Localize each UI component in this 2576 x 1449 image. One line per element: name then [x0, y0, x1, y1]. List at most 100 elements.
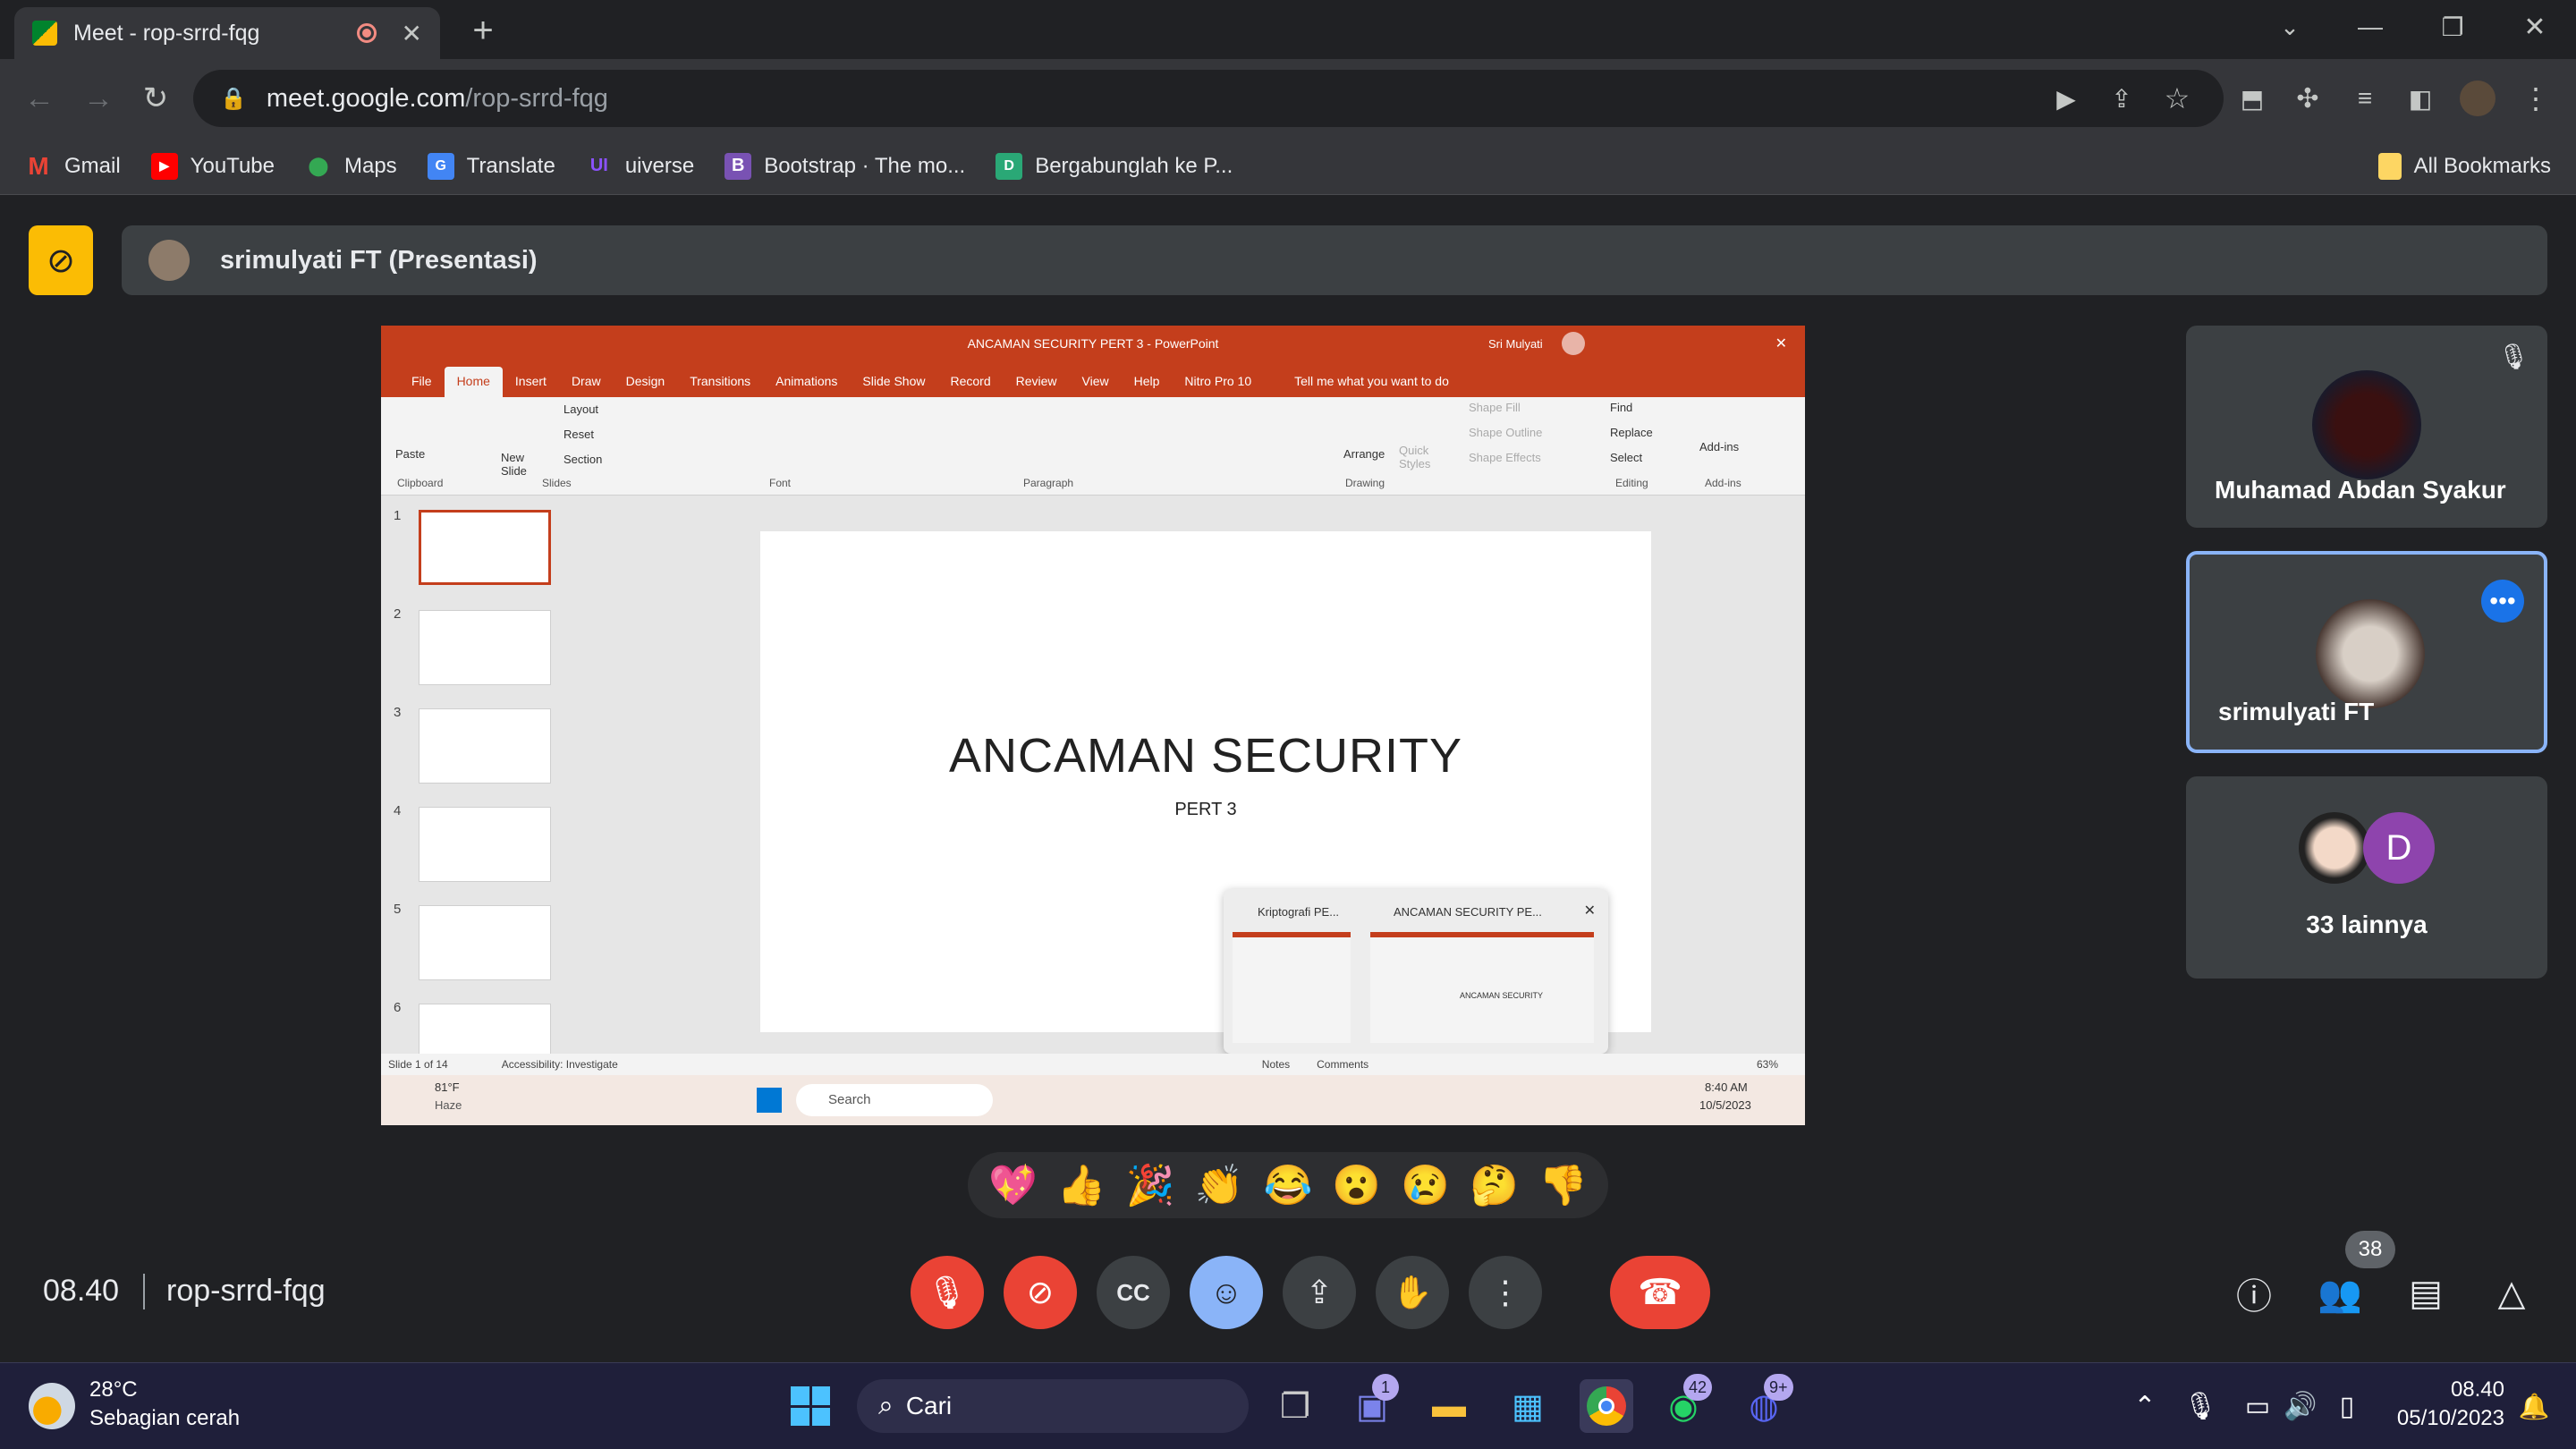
participant-tile-active[interactable]: ••• srimulyati FT — [2186, 551, 2547, 753]
tray-microphone-icon[interactable]: 🎙 — [2174, 1379, 2227, 1433]
taskbar-preview-popup: Kriptografi PE... ANCAMAN SECURITY PE...… — [1224, 889, 1608, 1054]
site-info-lock-icon[interactable]: 🔒 — [220, 86, 247, 112]
tray-volume-icon[interactable]: 🔊 — [2274, 1379, 2327, 1433]
mic-off-button[interactable]: 🎙 — [911, 1256, 984, 1329]
reaction-thumbs-up[interactable]: 👍 — [1057, 1162, 1106, 1208]
status-slide-count: Slide 1 of 14 — [388, 1058, 448, 1071]
slide-number: 3 — [394, 705, 402, 720]
ppt-tab-transitions: Transitions — [690, 374, 751, 388]
slide-title: ANCAMAN SECURITY — [948, 729, 1463, 783]
reload-icon[interactable]: ↻ — [138, 80, 174, 116]
meeting-info-button[interactable]: ⓘ — [2225, 1265, 2283, 1322]
extension-icon[interactable]: ⬒ — [2234, 80, 2270, 116]
reactions-button[interactable]: ☺ — [1190, 1256, 1263, 1329]
ppt-find: Find — [1610, 401, 1633, 414]
participant-tile[interactable]: 🎙 Muhamad Abdan Syakur — [2186, 326, 2547, 528]
close-window-icon[interactable]: ✕ — [2517, 9, 2553, 45]
bookmark-youtube[interactable]: ▶ YouTube — [150, 152, 275, 180]
status-comments: Comments — [1317, 1058, 1369, 1071]
address-bar[interactable]: 🔒 meet.google.com/rop-srrd-fqg — [193, 70, 2224, 127]
tab-search-chevron-icon[interactable]: ⌄ — [2272, 9, 2308, 45]
close-tab-icon[interactable]: ✕ — [402, 19, 422, 48]
present-button[interactable]: ⇪ — [1283, 1256, 1356, 1329]
reaction-sad[interactable]: 😢 — [1401, 1162, 1450, 1208]
raise-hand-button[interactable]: ✋ — [1376, 1256, 1449, 1329]
muted-mic-icon: 🎙 — [2497, 343, 2529, 370]
more-options-icon[interactable]: ••• — [2481, 580, 2524, 623]
back-icon[interactable]: ← — [21, 80, 57, 116]
ppt-paste: Paste — [395, 447, 426, 461]
people-button[interactable]: 👥 — [2311, 1265, 2368, 1322]
start-icon[interactable] — [784, 1379, 837, 1433]
profile-avatar[interactable] — [2460, 80, 2496, 116]
bookmark-star-icon[interactable]: ☆ — [2159, 80, 2195, 116]
reaction-thinking[interactable]: 🤔 — [1470, 1162, 1519, 1208]
info-icon: ⓘ — [2236, 1277, 2272, 1317]
ppt-section: Section — [564, 453, 603, 466]
camera-off-button[interactable]: ⊘ — [1004, 1256, 1077, 1329]
ppt-layout: Layout — [564, 402, 599, 416]
minimize-window-icon[interactable]: — — [2352, 9, 2388, 45]
bookmark-maps[interactable]: ⬤ Maps — [305, 153, 397, 180]
chrome-menu-icon[interactable]: ⋮ — [2521, 80, 2550, 116]
more-options-button[interactable]: ⋮ — [1469, 1256, 1542, 1329]
notifications-icon[interactable]: 🔔 — [2512, 1379, 2556, 1433]
remote-start-icon — [757, 1088, 782, 1113]
media-control-icon[interactable]: ≡ — [2347, 80, 2383, 116]
taskbar-search[interactable]: ⌕ Cari — [857, 1379, 1249, 1433]
ppt-slide-thumbnails: 1 2 3 4 5 6 — [381, 496, 587, 1079]
popup-item-kriptografi: Kriptografi PE... — [1258, 905, 1340, 919]
all-bookmarks[interactable]: All Bookmarks — [2377, 152, 2551, 180]
bookmark-uiverse[interactable]: UI uiverse — [586, 153, 694, 180]
bookmark-translate[interactable]: G Translate — [427, 152, 555, 180]
reaction-clap[interactable]: 👏 — [1195, 1162, 1244, 1208]
tray-battery-icon[interactable]: ▯ — [2320, 1379, 2374, 1433]
ppt-tell-me: Tell me what you want to do — [1294, 374, 1449, 388]
ribbon-group-addins: Add-ins — [1705, 477, 1741, 489]
remote-search-label: Search — [828, 1092, 871, 1107]
bookmark-gmail[interactable]: M Gmail — [25, 152, 120, 180]
popup-item-ancaman: ANCAMAN SECURITY PE... — [1394, 905, 1542, 919]
restore-window-icon[interactable]: ❐ — [2435, 9, 2470, 45]
file-explorer-icon[interactable]: ▬ — [1422, 1379, 1476, 1433]
slide-thumbnail — [419, 905, 551, 980]
weather-icon[interactable] — [29, 1383, 75, 1429]
stop-presenting-icon[interactable]: ⊘ — [29, 225, 93, 295]
leave-call-button[interactable]: ☎ — [1610, 1256, 1710, 1329]
ppt-statusbar: Slide 1 of 14 Accessibility: Investigate… — [381, 1054, 1805, 1075]
chat-button[interactable]: ▤ — [2397, 1265, 2454, 1322]
reaction-surprised[interactable]: 😮 — [1332, 1162, 1381, 1208]
task-view-icon[interactable]: ❐ — [1268, 1379, 1322, 1433]
reaction-party[interactable]: 🎉 — [1126, 1162, 1175, 1208]
share-icon[interactable]: ⇪ — [2104, 80, 2140, 116]
reaction-laugh[interactable]: 😂 — [1264, 1162, 1313, 1208]
bookmark-bootstrap[interactable]: B Bootstrap · The mo... — [724, 152, 965, 180]
forward-icon[interactable]: → — [80, 80, 116, 116]
bookmark-bergabunglah[interactable]: D Bergabunglah ke P... — [996, 152, 1233, 180]
reaction-heart[interactable]: 💖 — [988, 1162, 1038, 1208]
tray-overflow-chevron-icon[interactable]: ⌃ — [2118, 1379, 2172, 1433]
reaction-thumbs-down[interactable]: 👎 — [1538, 1162, 1588, 1208]
chrome-icon[interactable] — [1580, 1379, 1633, 1433]
taskbar-search-label: Cari — [905, 1392, 953, 1419]
captions-button[interactable]: CC — [1097, 1256, 1170, 1329]
remote-search-box: Search — [796, 1084, 993, 1116]
extensions-puzzle-icon[interactable]: ✣ — [2290, 80, 2326, 116]
others-tile[interactable]: D 33 lainnya — [2186, 776, 2547, 979]
remote-date: 10/5/2023 — [1699, 1098, 1751, 1112]
browser-tab[interactable]: Meet - rop-srrd-fqg ✕ — [14, 7, 440, 59]
ribbon-group-paragraph: Paragraph — [1023, 477, 1074, 489]
whatsapp-badge: 42 — [1683, 1374, 1713, 1401]
ppt-titlebar: ANCAMAN SECURITY PERT 3 - PowerPoint Sri… — [381, 326, 1805, 361]
slide-number: 2 — [394, 606, 402, 622]
new-tab-icon[interactable]: + — [465, 9, 501, 52]
shared-screen: ANCAMAN SECURITY PERT 3 - PowerPoint Sri… — [381, 326, 1805, 1125]
ppt-tab-home: Home — [444, 367, 503, 397]
url-host: meet.google.com — [266, 83, 466, 113]
ppt-tab-slideshow: Slide Show — [862, 374, 926, 388]
side-panel-icon[interactable]: ◧ — [2402, 80, 2438, 116]
camera-in-use-icon[interactable]: ▶ — [2048, 80, 2084, 116]
slide-subtitle: PERT 3 — [1174, 800, 1237, 819]
microsoft-store-icon[interactable]: ▦ — [1501, 1379, 1555, 1433]
activities-button[interactable]: △ — [2483, 1265, 2540, 1322]
